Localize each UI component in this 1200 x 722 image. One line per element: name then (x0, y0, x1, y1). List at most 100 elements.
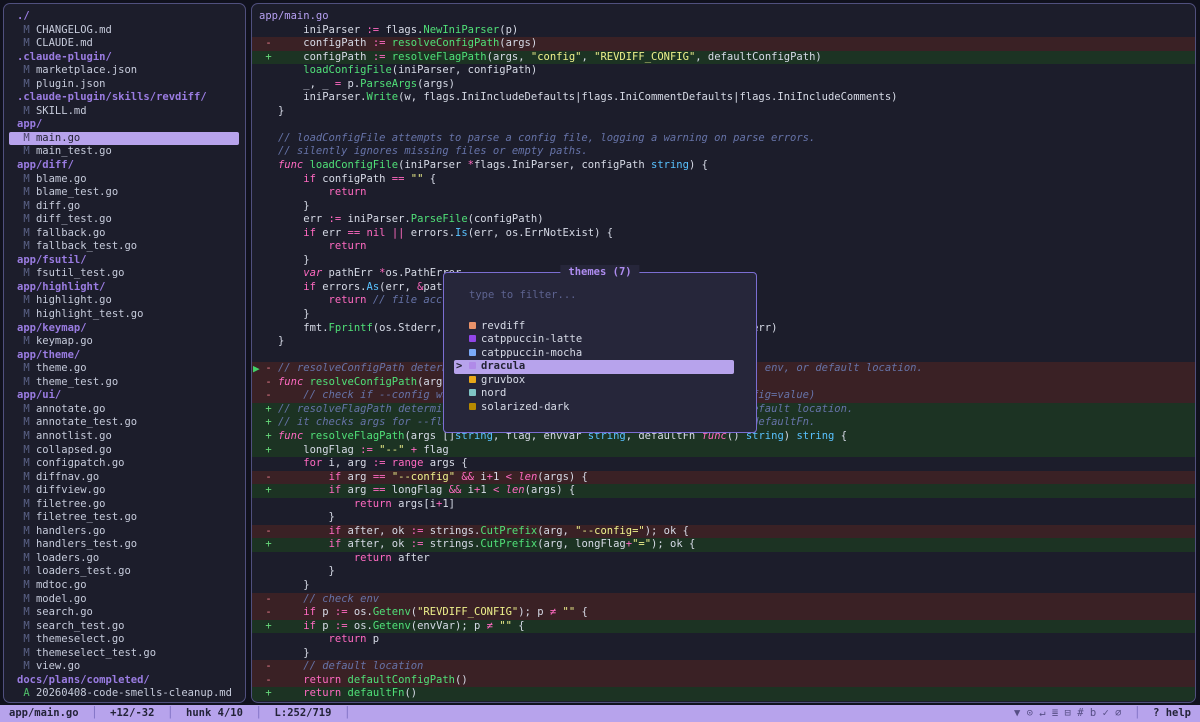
file-tree-item[interactable]: M SKILL.md (4, 105, 245, 119)
file-tree-item[interactable]: M annotate_test.go (4, 416, 245, 430)
file-status-badge: M (17, 511, 36, 523)
file-tree-dir[interactable]: app/theme/ (4, 349, 245, 363)
file-tree-item[interactable]: M filetree_test.go (4, 511, 245, 525)
file-name: plugin.json (36, 78, 106, 90)
file-tree-item[interactable]: M diffnav.go (4, 471, 245, 485)
file-tree-pane[interactable]: ./ M CHANGELOG.md M CLAUDE.md.claude-plu… (3, 3, 246, 703)
file-tree-item[interactable]: M highlight_test.go (4, 308, 245, 322)
file-status-badge: M (17, 525, 36, 537)
theme-option-catppuccin-mocha[interactable]: catppuccin-mocha (454, 347, 734, 361)
diff-line-blank (252, 118, 1195, 132)
diff-line-ctx: loadConfigFile(iniParser, configPath) (252, 64, 1195, 78)
file-tree-item[interactable]: M blame_test.go (4, 186, 245, 200)
file-name: loaders_test.go (36, 565, 131, 577)
file-tree-item[interactable]: M diffview.go (4, 484, 245, 498)
file-tree-item[interactable]: M model.go (4, 593, 245, 607)
diff-line-del: - // default location (252, 660, 1195, 674)
file-tree-item[interactable]: M CLAUDE.md (4, 37, 245, 51)
status-separator: │ (331, 707, 363, 719)
file-tree-item[interactable]: M annotlist.go (4, 430, 245, 444)
file-tree-item[interactable]: M diff_test.go (4, 213, 245, 227)
file-name: handlers_test.go (36, 538, 137, 550)
diff-line-ctx: } (252, 200, 1195, 214)
file-tree-item[interactable]: M fallback_test.go (4, 240, 245, 254)
file-tree-item[interactable]: M blame.go (4, 173, 245, 187)
status-separator: │ (79, 707, 111, 719)
diff-file-title: app/main.go (252, 10, 1195, 24)
file-status-badge: M (17, 294, 36, 306)
file-name: highlight.go (36, 294, 112, 306)
file-tree-item[interactable]: A 20260408-code-smells-cleanup.md (4, 687, 245, 701)
file-tree-item[interactable]: M annotate.go (4, 403, 245, 417)
theme-option-revdiff[interactable]: revdiff (454, 320, 734, 334)
file-tree-dir[interactable]: app/fsutil/ (4, 254, 245, 268)
file-tree-item[interactable]: M keymap.go (4, 335, 245, 349)
file-name: configpatch.go (36, 457, 125, 469)
file-tree-dir[interactable]: docs/plans/completed/ (4, 674, 245, 688)
diff-line-add: + if p := os.Getenv(envVar); p ≠ "" { (252, 620, 1195, 634)
file-tree-dir[interactable]: app/highlight/ (4, 281, 245, 295)
file-status-badge: M (17, 267, 36, 279)
file-tree-item[interactable]: M search_test.go (4, 620, 245, 634)
theme-label: gruvbox (481, 374, 525, 386)
theme-label: nord (481, 387, 506, 399)
file-tree-dir[interactable]: app/ui/ (4, 389, 245, 403)
theme-option-solarized-dark[interactable]: solarized-dark (454, 401, 734, 415)
file-tree-item[interactable]: M loaders_test.go (4, 565, 245, 579)
file-tree-item[interactable]: M themeselect_test.go (4, 647, 245, 661)
status-bar: app/main.go │ +12/-32 │ hunk 4/10 │ L:25… (0, 705, 1200, 722)
file-tree-item[interactable]: M fallback.go (4, 227, 245, 241)
help-hint: ? help (1153, 707, 1191, 719)
file-tree-dir[interactable]: app/keymap/ (4, 322, 245, 336)
file-tree-item[interactable]: M diff.go (4, 200, 245, 214)
file-tree-item[interactable]: M view.go (4, 660, 245, 674)
diff-line-ctx: // loadConfigFile attempts to parse a co… (252, 132, 1195, 146)
file-tree-dir[interactable]: app/ (4, 118, 245, 132)
theme-option-nord[interactable]: nord (454, 387, 734, 401)
file-tree-item[interactable]: M theme.go (4, 362, 245, 376)
file-tree-item[interactable]: M loaders.go (4, 552, 245, 566)
file-tree-dir[interactable]: .claude-plugin/skills/revdiff/ (4, 91, 245, 105)
file-name: filetree_test.go (36, 511, 137, 523)
theme-option-gruvbox[interactable]: gruvbox (454, 374, 734, 388)
file-tree-item[interactable]: M mdtoc.go (4, 579, 245, 593)
file-tree-item[interactable]: M search.go (4, 606, 245, 620)
file-tree-item[interactable]: M CHANGELOG.md (4, 24, 245, 38)
diff-line-ctx: for i, arg := range args { (252, 457, 1195, 471)
file-tree-item[interactable]: M marketplace.json (4, 64, 245, 78)
diff-line-del: - if after, ok := strings.CutPrefix(arg,… (252, 525, 1195, 539)
file-status-badge: M (17, 579, 36, 591)
file-tree-item[interactable]: M collapsed.go (4, 444, 245, 458)
file-tree-item[interactable]: M themeselect.go (4, 633, 245, 647)
file-status-badge: M (17, 633, 36, 645)
file-tree-dir[interactable]: .claude-plugin/ (4, 51, 245, 65)
file-status-badge: M (17, 132, 36, 144)
diff-line-del: - return defaultConfigPath() (252, 674, 1195, 688)
file-tree-item[interactable]: M filetree.go (4, 498, 245, 512)
file-tree-item[interactable]: M plugin.json (4, 78, 245, 92)
file-name: annotlist.go (36, 430, 112, 442)
file-tree-item[interactable]: M fsutil_test.go (4, 267, 245, 281)
diff-line-ctx: _, _ = p.ParseArgs(args) (252, 78, 1195, 92)
diff-line-del: - configPath := resolveConfigPath(args) (252, 37, 1195, 51)
file-tree-item[interactable]: M theme_test.go (4, 376, 245, 390)
file-status-badge: A (17, 687, 36, 699)
theme-option-dracula[interactable]: >dracula (454, 360, 734, 374)
file-name: CHANGELOG.md (36, 24, 112, 36)
file-tree-dir[interactable]: app/diff/ (4, 159, 245, 173)
file-tree-dir[interactable]: ./ (4, 10, 245, 24)
theme-option-catppuccin-latte[interactable]: catppuccin-latte (454, 333, 734, 347)
file-tree-item[interactable]: M main.go (9, 132, 239, 146)
theme-swatch-icon (469, 403, 476, 410)
theme-swatch-icon (469, 349, 476, 356)
file-tree-item[interactable]: M handlers.go (4, 525, 245, 539)
file-name: diffview.go (36, 484, 106, 496)
file-name: fallback.go (36, 227, 106, 239)
theme-filter-input[interactable]: type to filter... (444, 289, 756, 303)
file-tree-item[interactable]: M highlight.go (4, 294, 245, 308)
file-tree-item[interactable]: M handlers_test.go (4, 538, 245, 552)
file-tree-item[interactable]: M main_test.go (4, 145, 245, 159)
file-name: blame_test.go (36, 186, 118, 198)
file-tree-item[interactable]: M configpatch.go (4, 457, 245, 471)
file-name: mdtoc.go (36, 579, 87, 591)
